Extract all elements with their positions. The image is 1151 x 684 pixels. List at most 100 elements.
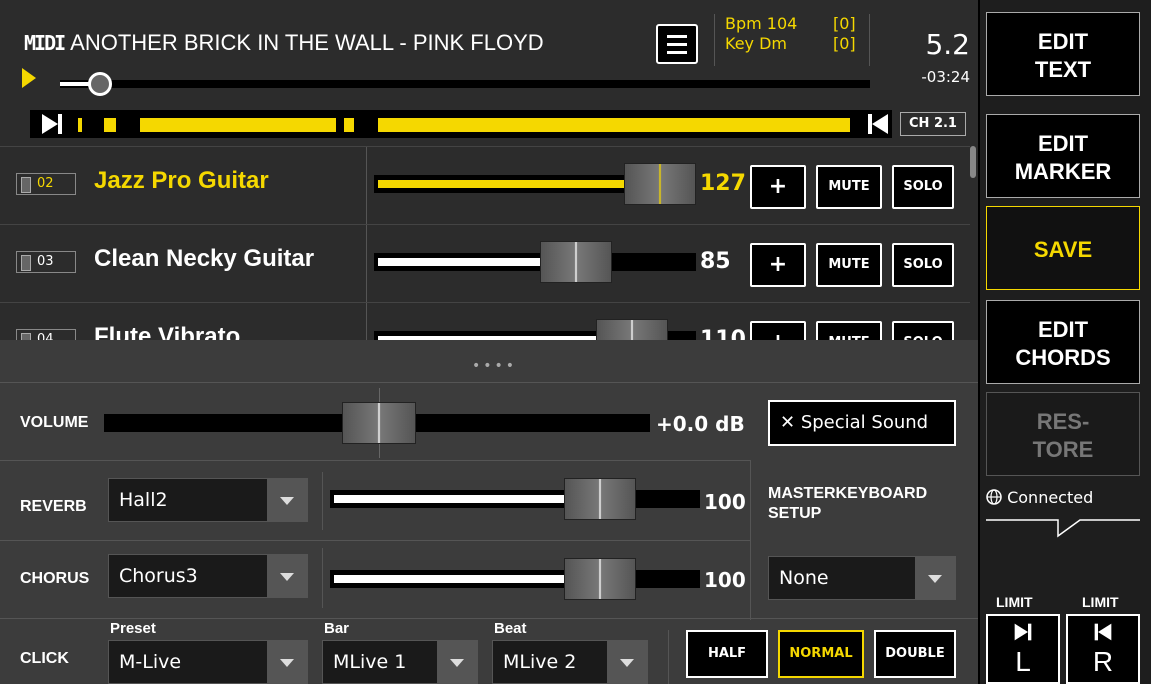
- track-plus-button[interactable]: +: [750, 165, 806, 209]
- bpm-offset: [0]: [833, 14, 856, 33]
- click-bar-select[interactable]: MLive 1: [322, 640, 478, 684]
- track-name[interactable]: Clean Necky Guitar: [94, 245, 314, 273]
- marker-end-icon: [1094, 623, 1112, 641]
- click-beat-select[interactable]: MLive 2: [492, 640, 648, 684]
- click-preset-label: Preset: [110, 620, 156, 637]
- click-beat-value: MLive 2: [503, 651, 577, 673]
- track-volume-value: 127: [700, 171, 746, 196]
- track-row: 02 Jazz Pro Guitar 127 + MUTE SOLO: [0, 146, 970, 225]
- track-mute-button[interactable]: MUTE: [816, 165, 882, 209]
- track-list-scrollbar[interactable]: [970, 146, 976, 178]
- close-icon: ✕: [780, 412, 796, 433]
- masterkeyboard-select[interactable]: None: [768, 556, 956, 600]
- marker-start-icon: [1014, 623, 1032, 641]
- reverb-fill: [334, 495, 598, 503]
- limit-left-letter: L: [1015, 646, 1031, 677]
- main-area: MIDI ANOTHER BRICK IN THE WALL - PINK FLO…: [0, 0, 978, 684]
- track-volume-handle[interactable]: [540, 241, 612, 283]
- edit-text-button[interactable]: EDIT TEXT: [986, 12, 1140, 96]
- song-title: ANOTHER BRICK IN THE WALL - PINK FLOYD: [70, 30, 544, 55]
- remaining-time: -03:24: [921, 68, 970, 86]
- edit-chords-button[interactable]: EDIT CHORDS: [986, 300, 1140, 384]
- marker-start-icon[interactable]: [40, 112, 64, 136]
- reverb-value: 100: [704, 490, 746, 514]
- reverb-slider[interactable]: [330, 478, 700, 520]
- channel-label[interactable]: CH 2.1: [900, 112, 966, 136]
- chevron-down-icon: [437, 641, 477, 683]
- limit-left-button[interactable]: L: [986, 614, 1060, 684]
- marker-segment: [378, 118, 850, 132]
- track-volume-value: 85: [700, 249, 731, 274]
- panel-drag-handle[interactable]: ••••: [472, 358, 517, 374]
- midi-logo-icon: MIDI: [24, 31, 66, 55]
- key-label: Key Dm: [725, 34, 787, 53]
- reverb-preset-select[interactable]: Hall2: [108, 478, 308, 522]
- master-volume-value: +0.0 dB: [656, 412, 745, 436]
- marker-segment: [78, 118, 82, 132]
- marker-segment: [344, 118, 354, 132]
- chevron-down-icon: [267, 479, 307, 521]
- chorus-handle[interactable]: [564, 558, 636, 600]
- list-icon: [667, 35, 687, 38]
- track-number[interactable]: 03: [16, 251, 76, 273]
- bpm-label: Bpm 104: [725, 14, 798, 33]
- track-plus-button[interactable]: +: [750, 243, 806, 287]
- track-mute-button[interactable]: MUTE: [816, 243, 882, 287]
- save-button[interactable]: SAVE: [986, 206, 1140, 290]
- limit-left-label: LIMIT: [996, 594, 1033, 610]
- track-name[interactable]: Jazz Pro Guitar: [94, 167, 269, 195]
- special-sound-button[interactable]: ✕ Special Sound: [768, 400, 956, 446]
- progress-track[interactable]: [60, 80, 870, 88]
- click-preset-select[interactable]: M-Live: [108, 640, 308, 684]
- song-position: 5.2: [925, 28, 970, 61]
- tempo-key-info[interactable]: Bpm 104 [0] Key Dm [0]: [714, 14, 870, 66]
- connection-pointer-icon: [986, 519, 1140, 538]
- chevron-down-icon: [607, 641, 647, 683]
- chevron-down-icon: [267, 555, 307, 597]
- reverb-handle[interactable]: [564, 478, 636, 520]
- special-sound-label: Special Sound: [800, 412, 929, 433]
- play-icon[interactable]: [22, 68, 36, 88]
- chevron-down-icon: [915, 557, 955, 599]
- masterkeyboard-setup-label: MASTERKEYBOARD SETUP: [768, 485, 928, 522]
- song-list-button[interactable]: [656, 24, 698, 64]
- marker-segment: [140, 118, 336, 132]
- chevron-down-icon: [267, 641, 307, 683]
- click-bar-label: Bar: [324, 620, 350, 637]
- restore-button[interactable]: RES- TORE: [986, 392, 1140, 476]
- limit-right-label: LIMIT: [1082, 594, 1119, 610]
- chorus-label: CHORUS: [20, 570, 90, 587]
- track-solo-button[interactable]: SOLO: [892, 165, 954, 209]
- globe-icon: [986, 489, 1002, 505]
- track-volume-fill: [378, 180, 648, 188]
- click-beat-label: Beat: [494, 620, 527, 637]
- progress-handle[interactable]: [88, 72, 112, 96]
- chorus-preset-value: Chorus3: [119, 565, 198, 587]
- track-volume-handle[interactable]: [624, 163, 696, 205]
- chorus-slider[interactable]: [330, 558, 700, 600]
- limit-right-letter: R: [1092, 646, 1114, 677]
- click-preset-value: M-Live: [119, 651, 182, 673]
- track-solo-button[interactable]: SOLO: [892, 243, 954, 287]
- chorus-preset-select[interactable]: Chorus3: [108, 554, 308, 598]
- volume-label: VOLUME: [20, 414, 89, 431]
- edit-marker-button[interactable]: EDIT MARKER: [986, 114, 1140, 198]
- track-volume-fill: [378, 258, 564, 266]
- click-half-button[interactable]: HALF: [686, 630, 768, 678]
- reverb-label: REVERB: [20, 498, 87, 515]
- song-title-bar[interactable]: MIDI ANOTHER BRICK IN THE WALL - PINK FLO…: [24, 30, 654, 56]
- chorus-value: 100: [704, 568, 746, 592]
- limit-right-button[interactable]: R: [1066, 614, 1140, 684]
- connection-status[interactable]: Connected: [986, 488, 1093, 507]
- track-volume-slider[interactable]: [374, 163, 696, 205]
- track-volume-slider[interactable]: [374, 241, 696, 283]
- marker-end-icon[interactable]: [866, 112, 890, 136]
- track-number[interactable]: 02: [16, 173, 76, 195]
- key-offset: [0]: [833, 34, 856, 53]
- master-volume-handle[interactable]: [342, 402, 416, 444]
- marker-segment: [104, 118, 116, 132]
- click-normal-button[interactable]: NORMAL: [778, 630, 864, 678]
- masterkeyboard-value: None: [779, 567, 829, 589]
- track-row: 03 Clean Necky Guitar 85 + MUTE SOLO: [0, 224, 970, 303]
- click-double-button[interactable]: DOUBLE: [874, 630, 956, 678]
